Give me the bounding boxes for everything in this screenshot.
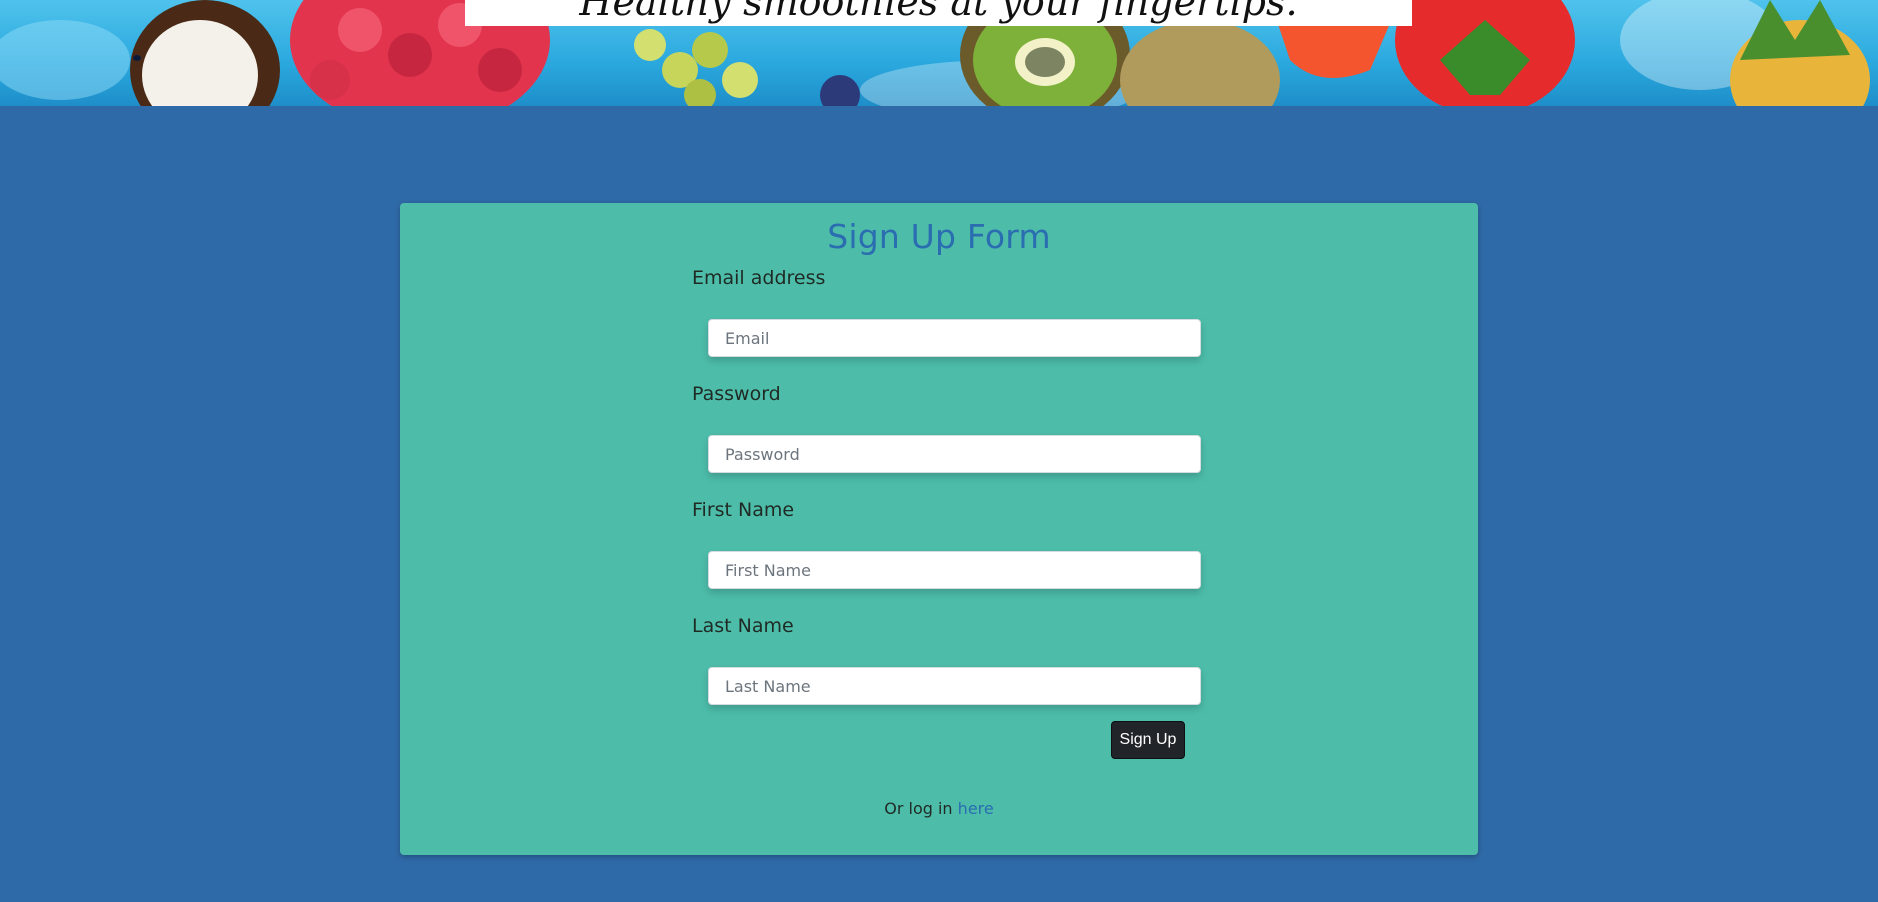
email-field[interactable] (708, 319, 1201, 357)
password-field[interactable] (708, 435, 1201, 473)
signup-button[interactable]: Sign Up (1111, 721, 1185, 759)
last-name-field[interactable] (708, 667, 1201, 705)
login-prompt-text: Or log in (884, 799, 953, 818)
form-title: Sign Up Form (827, 217, 1051, 256)
first-name-field[interactable] (708, 551, 1201, 589)
hero-tagline: Healthy smoothies at your fingertips. (579, 0, 1298, 24)
password-label: Password (692, 383, 781, 405)
email-label: Email address (692, 267, 826, 289)
signup-card: Sign Up Form Email address Password Firs… (400, 203, 1478, 855)
hero-banner: Healthy smoothies at your fingertips. (0, 0, 1878, 106)
first-name-label: First Name (692, 499, 795, 521)
hero-tagline-panel: Healthy smoothies at your fingertips. (465, 0, 1412, 26)
login-link[interactable]: here (958, 799, 994, 818)
login-prompt: Or log in here (400, 799, 1478, 818)
last-name-label: Last Name (692, 615, 794, 637)
